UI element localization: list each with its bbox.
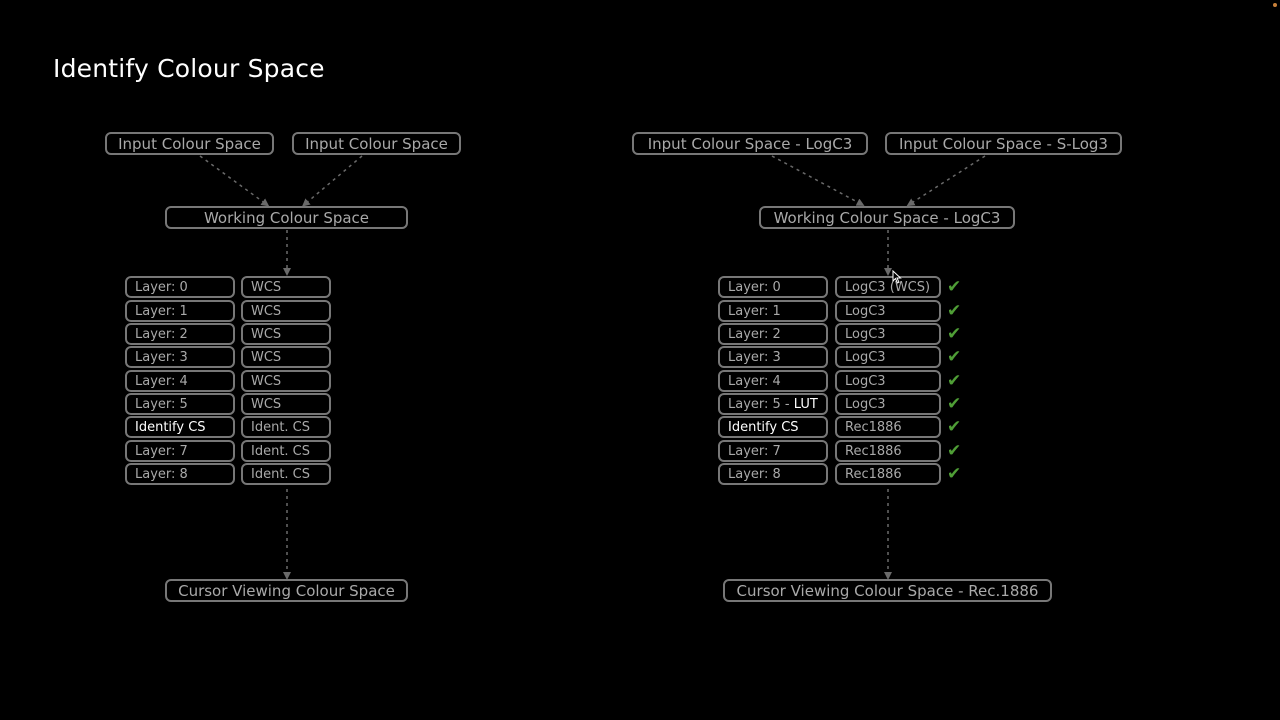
right-space-0: LogC3 (WCS) <box>835 276 941 298</box>
check-icon: ✔ <box>947 301 962 321</box>
right-space-2: LogC3 <box>835 323 941 345</box>
arrow-right-input1-to-working <box>771 155 865 206</box>
mouse-cursor-icon <box>892 270 902 284</box>
check-icon: ✔ <box>947 277 962 297</box>
right-space-6: Rec1886 <box>835 416 941 438</box>
left-space-4: WCS <box>241 370 331 392</box>
arrow-left-input1-to-working <box>199 155 270 207</box>
check-icon: ✔ <box>947 464 962 484</box>
arrow-left-input2-to-working <box>301 155 363 207</box>
left-input-colour-space-2: Input Colour Space <box>292 132 461 155</box>
left-layer-5: Layer: 5 <box>125 393 235 415</box>
left-layer-8: Layer: 8 <box>125 463 235 485</box>
right-layer-identify-cs: Identify CS <box>718 416 828 438</box>
right-space-1: LogC3 <box>835 300 941 322</box>
right-layer-7: Layer: 7 <box>718 440 828 462</box>
left-working-colour-space: Working Colour Space <box>165 206 408 229</box>
left-layer-2: Layer: 2 <box>125 323 235 345</box>
left-layer-0: Layer: 0 <box>125 276 235 298</box>
left-space-5: WCS <box>241 393 331 415</box>
right-space-4: LogC3 <box>835 370 941 392</box>
left-space-7: Ident. CS <box>241 440 331 462</box>
left-space-0: WCS <box>241 276 331 298</box>
check-icon: ✔ <box>947 347 962 367</box>
right-layer-2: Layer: 2 <box>718 323 828 345</box>
check-icon: ✔ <box>947 417 962 437</box>
arrow-right-input2-to-working <box>906 155 986 207</box>
right-layer-0: Layer: 0 <box>718 276 828 298</box>
left-space-2: WCS <box>241 323 331 345</box>
left-layer-3: Layer: 3 <box>125 346 235 368</box>
right-layer-3: Layer: 3 <box>718 346 828 368</box>
right-layer-4: Layer: 4 <box>718 370 828 392</box>
right-layer-8: Layer: 8 <box>718 463 828 485</box>
left-space-6: Ident. CS <box>241 416 331 438</box>
check-icon: ✔ <box>947 324 962 344</box>
check-icon: ✔ <box>947 371 962 391</box>
check-icon: ✔ <box>947 441 962 461</box>
right-cursor-viewing-colour-space-rec1886: Cursor Viewing Colour Space - Rec.1886 <box>723 579 1052 602</box>
left-space-3: WCS <box>241 346 331 368</box>
right-input-colour-space-logc3: Input Colour Space - LogC3 <box>632 132 868 155</box>
right-space-5: LogC3 <box>835 393 941 415</box>
left-layer-4: Layer: 4 <box>125 370 235 392</box>
right-layer-5-lut: LUT <box>793 396 818 412</box>
window-indicator-dot-icon <box>1273 3 1277 7</box>
right-working-colour-space-logc3: Working Colour Space - LogC3 <box>759 206 1015 229</box>
right-input-colour-space-slog3: Input Colour Space - S-Log3 <box>885 132 1122 155</box>
left-input-colour-space-1: Input Colour Space <box>105 132 274 155</box>
left-space-8: Ident. CS <box>241 463 331 485</box>
left-layer-7: Layer: 7 <box>125 440 235 462</box>
left-layer-1: Layer: 1 <box>125 300 235 322</box>
right-layer-5: Layer: 5 - LUT <box>718 393 828 415</box>
right-space-3: LogC3 <box>835 346 941 368</box>
right-space-8: Rec1886 <box>835 463 941 485</box>
right-space-7: Rec1886 <box>835 440 941 462</box>
left-layer-identify-cs: Identify CS <box>125 416 235 438</box>
left-space-1: WCS <box>241 300 331 322</box>
right-layer-5-label: Layer: 5 - <box>728 396 794 412</box>
right-layer-1: Layer: 1 <box>718 300 828 322</box>
check-icon: ✔ <box>947 394 962 414</box>
left-cursor-viewing-colour-space: Cursor Viewing Colour Space <box>165 579 408 602</box>
